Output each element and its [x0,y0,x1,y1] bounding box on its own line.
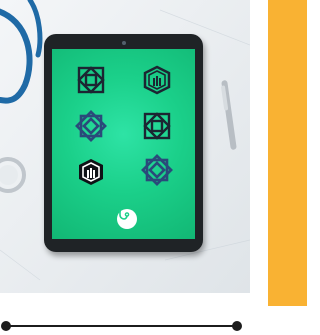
app-icon-6[interactable] [140,153,174,187]
building-shield-icon [143,65,171,95]
progress-start-dot[interactable] [1,321,11,331]
app-icon-3[interactable] [74,109,108,143]
carousel-progress-line [1,321,242,331]
tablet-device [44,34,203,252]
app-icon-2[interactable] [142,65,172,95]
building-shield-icon [79,159,103,185]
accent-panel [268,0,307,306]
stethoscope-button[interactable] [117,209,137,229]
camera-icon [122,41,126,45]
app-icon-5[interactable] [76,157,106,187]
app-icon-1[interactable] [76,65,106,95]
progress-end-dot[interactable] [232,321,242,331]
geometric-star-grid-icon [143,112,171,140]
octagram-lattice-icon [75,110,107,142]
octagram-lattice-icon [141,154,173,186]
stethoscope-icon [119,210,130,220]
app-icon-4[interactable] [142,111,172,141]
tablet-screen [52,49,195,239]
background-photo [0,0,250,293]
geometric-star-grid-icon [77,66,105,94]
